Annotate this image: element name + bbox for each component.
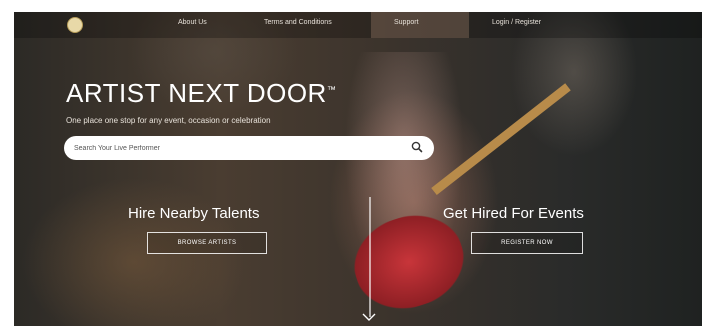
logo-icon[interactable] [67, 17, 83, 33]
hero-section: About Us Terms and Conditions Support Lo… [14, 12, 702, 326]
chevron-down-icon[interactable] [361, 312, 377, 322]
page-title: ARTIST NEXT DOOR™ [66, 78, 336, 109]
nav-support-highlight [371, 12, 469, 38]
section-divider [369, 197, 371, 317]
register-now-button[interactable]: REGISTER NOW [471, 232, 583, 254]
top-nav: About Us Terms and Conditions Support Lo… [14, 12, 702, 38]
page-title-text: ARTIST NEXT DOOR [66, 78, 327, 108]
tagline: One place one stop for any event, occasi… [66, 116, 271, 125]
hire-title: Hire Nearby Talents [128, 205, 260, 222]
nav-login-register[interactable]: Login / Register [492, 19, 541, 26]
search-input[interactable] [64, 136, 434, 160]
nav-about-us[interactable]: About Us [178, 19, 207, 26]
nav-terms-and-conditions[interactable]: Terms and Conditions [264, 19, 332, 26]
trademark-symbol: ™ [326, 84, 337, 95]
search-icon[interactable] [410, 140, 424, 154]
browse-artists-button[interactable]: BROWSE ARTISTS [147, 232, 267, 254]
nav-support[interactable]: Support [394, 19, 419, 26]
get-hired-title: Get Hired For Events [443, 205, 584, 222]
